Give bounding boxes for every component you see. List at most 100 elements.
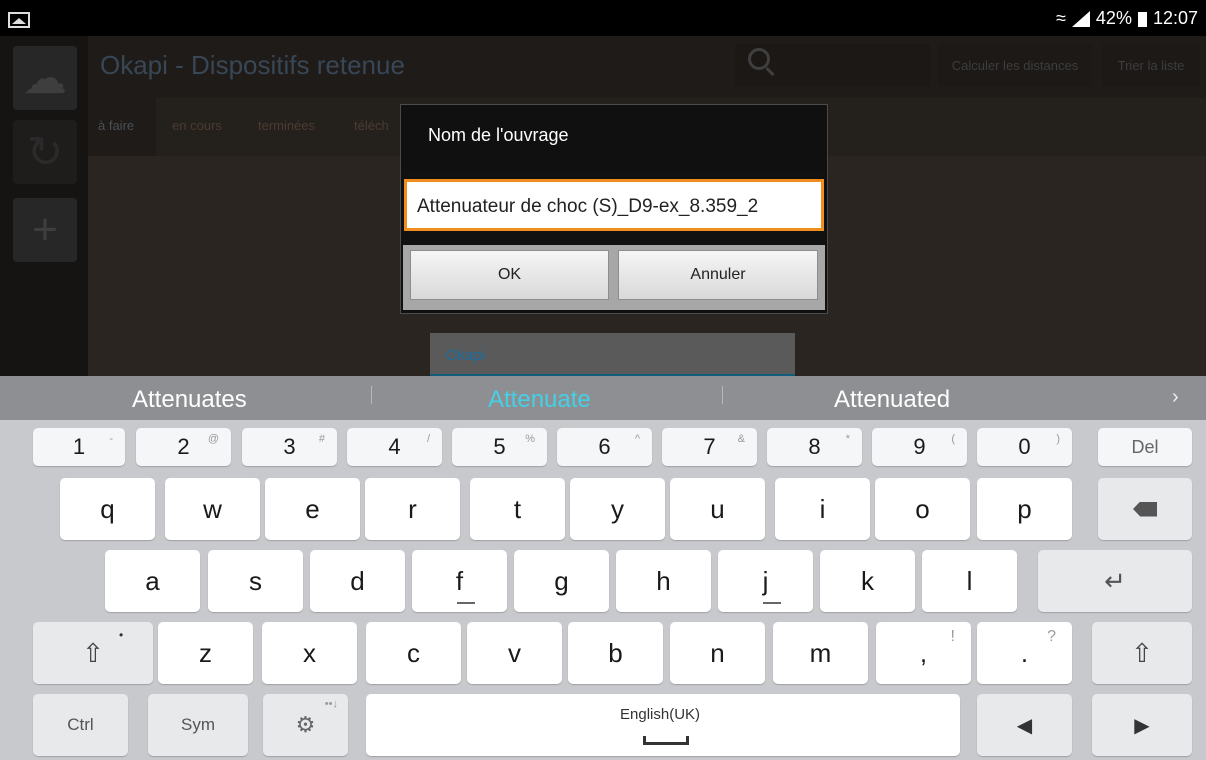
key-i[interactable]: i xyxy=(775,478,870,540)
key-z[interactable]: z xyxy=(158,622,253,684)
tab-en-cours[interactable]: en cours xyxy=(172,118,222,133)
list-item[interactable]: Okapi xyxy=(430,333,795,376)
space-icon xyxy=(643,736,689,745)
key-g[interactable]: g xyxy=(514,550,609,612)
key-label: 6 xyxy=(598,434,611,459)
space-bar[interactable]: English(UK) xyxy=(366,694,960,756)
gallery-icon xyxy=(8,12,30,28)
key-sublabel: & xyxy=(737,433,745,445)
key-e[interactable]: e xyxy=(265,478,360,540)
page-title: Okapi - Dispositifs retenue xyxy=(100,50,405,80)
key-label: j xyxy=(762,565,769,596)
key-b[interactable]: b xyxy=(568,622,663,684)
tab-telechargees[interactable]: téléch xyxy=(354,118,389,133)
key-9[interactable]: 9( xyxy=(872,428,967,466)
key-6[interactable]: 6 ^ xyxy=(557,428,652,466)
key-0[interactable]: 0) xyxy=(977,428,1072,466)
key-n[interactable]: n xyxy=(670,622,765,684)
search-icon[interactable] xyxy=(748,48,770,70)
key-j[interactable]: j xyxy=(718,550,813,612)
key-sublabel: # xyxy=(318,433,325,445)
key-q[interactable]: q xyxy=(60,478,155,540)
key-sublabel: * xyxy=(845,433,850,445)
gear-icon: ⚙ xyxy=(295,712,316,737)
refresh-icon[interactable]: ↻ xyxy=(13,120,77,184)
cursor-left-button[interactable]: ◀ xyxy=(977,694,1072,756)
key-label: 0 xyxy=(1018,434,1031,459)
soft-keyboard: 1- 2 @ 3 # 4/ 5% 6 ^ 7 & 8 * 9( 0) Del q w e … xyxy=(0,420,1206,760)
key-1[interactable]: 1- xyxy=(33,428,125,466)
home-key-marker xyxy=(457,602,475,604)
add-icon[interactable]: + xyxy=(13,198,77,262)
key-sublabel: ? xyxy=(1047,628,1056,645)
key-3[interactable]: 3 # xyxy=(242,428,337,466)
key-h[interactable]: h xyxy=(616,550,711,612)
key-s[interactable]: s xyxy=(208,550,303,612)
cursor-right-button[interactable]: ▶ xyxy=(1092,694,1192,756)
structure-name-input[interactable]: Attenuateur de choc (S)_D9-ex_8.359_2 xyxy=(404,179,824,231)
key-period[interactable]: .? xyxy=(977,622,1072,684)
battery-icon xyxy=(1137,10,1147,27)
key-label: 3 xyxy=(283,434,296,459)
shift-right-button[interactable]: ⇧ xyxy=(1092,622,1192,684)
key-w[interactable]: w xyxy=(165,478,260,540)
key-r[interactable]: r xyxy=(365,478,460,540)
key-5[interactable]: 5% xyxy=(452,428,547,466)
key-label: 8 xyxy=(808,434,821,459)
key-d[interactable]: d xyxy=(310,550,405,612)
key-u[interactable]: u xyxy=(670,478,765,540)
key-sublabel: / xyxy=(426,433,430,445)
delete-forward-button[interactable]: Del xyxy=(1098,428,1192,466)
key-v[interactable]: v xyxy=(467,622,562,684)
key-8[interactable]: 8 * xyxy=(767,428,862,466)
key-c[interactable]: c xyxy=(366,622,461,684)
key-2[interactable]: 2 @ xyxy=(136,428,231,466)
key-label: 1 xyxy=(72,434,86,459)
ctrl-button[interactable]: Ctrl xyxy=(33,694,128,756)
shift-indicator: • xyxy=(119,628,124,642)
cancel-button[interactable]: Annuler xyxy=(618,250,818,300)
suggestion-1[interactable]: Attenuates xyxy=(132,386,247,414)
key-m[interactable]: m xyxy=(773,622,868,684)
status-bar: ≈ 42% 12:07 xyxy=(0,0,1206,36)
key-p[interactable]: p xyxy=(977,478,1072,540)
enter-icon: ↵ xyxy=(1104,565,1126,596)
key-4[interactable]: 4/ xyxy=(347,428,442,466)
tab-terminees[interactable]: terminées xyxy=(258,118,315,133)
key-7[interactable]: 7 & xyxy=(662,428,757,466)
arrow-right-icon: ▶ xyxy=(1134,714,1150,737)
cloud-sync-icon[interactable]: ☁ xyxy=(13,46,77,110)
key-comma[interactable]: ,! xyxy=(876,622,971,684)
chevron-right-icon[interactable]: › xyxy=(1172,386,1179,409)
key-sublabel: - xyxy=(109,433,113,445)
symbols-button[interactable]: Sym xyxy=(148,694,248,756)
home-key-marker xyxy=(763,602,781,604)
key-l[interactable]: l xyxy=(922,550,1017,612)
sort-list-button[interactable]: Trier la liste xyxy=(1102,44,1200,86)
key-a[interactable]: a xyxy=(105,550,200,612)
key-f[interactable]: f xyxy=(412,550,507,612)
key-x[interactable]: x xyxy=(262,622,357,684)
battery-percent: 42% xyxy=(1095,8,1132,28)
shift-left-button[interactable]: ⇧ • xyxy=(33,622,153,684)
key-o[interactable]: o xyxy=(875,478,970,540)
key-label: , xyxy=(919,637,928,668)
key-sublabel: % xyxy=(525,433,535,445)
enter-button[interactable]: ↵ xyxy=(1038,550,1192,612)
ok-button[interactable]: OK xyxy=(410,250,609,300)
backspace-button[interactable] xyxy=(1098,478,1192,540)
suggestion-2[interactable]: Attenuate xyxy=(488,386,591,414)
key-label: 5 xyxy=(493,434,506,459)
calculate-distances-button[interactable]: Calculer les distances xyxy=(938,44,1092,86)
key-k[interactable]: k xyxy=(820,550,915,612)
settings-button[interactable]: ⚙ ••↓ xyxy=(263,694,348,756)
key-t[interactable]: t xyxy=(470,478,565,540)
wifi-icon: ≈ xyxy=(1056,8,1066,28)
suggestion-3[interactable]: Attenuated xyxy=(834,386,950,414)
mic-icon: ••↓ xyxy=(324,698,338,710)
tab-a-faire[interactable]: à faire xyxy=(98,118,134,133)
key-y[interactable]: y xyxy=(570,478,665,540)
suggestion-divider xyxy=(371,386,372,404)
signal-icon xyxy=(1071,10,1090,27)
language-label: English(UK) xyxy=(620,706,701,723)
